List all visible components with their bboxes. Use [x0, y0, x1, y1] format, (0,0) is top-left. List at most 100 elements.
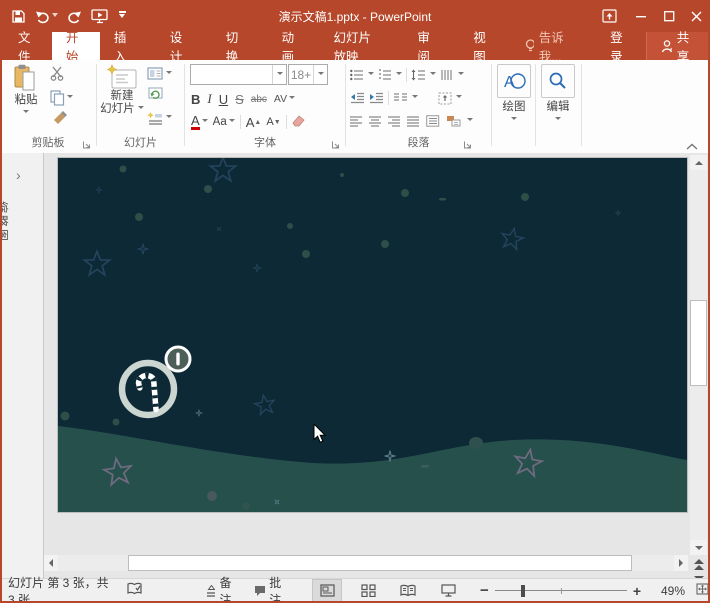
numbering-button[interactable] — [378, 69, 392, 81]
tab-home[interactable]: 开始 — [52, 32, 100, 60]
zoom-slider[interactable] — [495, 584, 627, 598]
drawing-button[interactable]: A 绘图 — [497, 64, 531, 123]
zoom-control: − + 49% — [480, 582, 710, 599]
font-name-combo[interactable] — [190, 64, 287, 85]
align-left-button[interactable] — [350, 116, 363, 127]
zoom-in-button[interactable]: + — [633, 583, 641, 599]
slide-number-indicator[interactable]: 幻灯片 第 3 张，共 3 张 — [8, 574, 109, 603]
horizontal-scrollbar[interactable] — [44, 555, 688, 571]
tab-design[interactable]: 设计 — [156, 32, 204, 60]
undo-dropdown-caret[interactable] — [52, 13, 58, 20]
paste-icon — [13, 64, 39, 94]
customize-qat-caret[interactable] — [114, 4, 130, 28]
tab-view[interactable]: 视图 — [459, 32, 507, 60]
minimize-button[interactable] — [626, 0, 656, 32]
comments-button[interactable]: 批注 — [254, 574, 288, 603]
font-color-button[interactable]: A — [191, 115, 208, 130]
scroll-right-button[interactable] — [674, 555, 688, 571]
reset-button[interactable] — [147, 86, 164, 104]
paragraph-dialog-launcher[interactable] — [463, 139, 473, 149]
normal-view-button[interactable] — [312, 579, 342, 602]
decrease-font-size-button[interactable]: A▼ — [266, 116, 280, 128]
bold-button[interactable]: B — [191, 92, 200, 107]
notes-icon — [205, 585, 215, 597]
redo-button[interactable] — [62, 4, 86, 28]
clipboard-dialog-launcher[interactable] — [82, 139, 92, 149]
change-case-button[interactable]: Aa — [213, 116, 235, 128]
tab-tell-me[interactable]: 告诉我... — [511, 32, 590, 60]
increase-indent-button[interactable] — [369, 92, 384, 104]
clear-formatting-button[interactable] — [292, 114, 306, 130]
increase-font-size-button[interactable]: A▲ — [246, 115, 262, 130]
cut-button[interactable] — [50, 66, 66, 84]
justify-button[interactable] — [407, 116, 420, 127]
spell-check-icon[interactable] — [127, 582, 143, 600]
thumbnail-pane-collapsed[interactable]: › 缩略图 — [2, 153, 44, 578]
start-from-beginning-button[interactable] — [86, 4, 114, 28]
tab-insert[interactable]: 插入 — [100, 32, 148, 60]
comment-icon — [254, 585, 265, 597]
editing-button[interactable]: 编辑 — [541, 64, 575, 123]
share-button[interactable]: 共享 — [646, 32, 710, 60]
scroll-up-button[interactable] — [690, 155, 707, 170]
scroll-down-button[interactable] — [690, 540, 707, 555]
font-size-combo[interactable]: 18+ — [288, 64, 328, 85]
decrease-indent-button[interactable] — [350, 92, 365, 104]
paste-caret — [23, 110, 29, 116]
new-slide-button[interactable]: 新建 幻灯片 — [100, 64, 144, 116]
animation-number-badge[interactable] — [166, 347, 190, 371]
slide-show-button[interactable] — [434, 580, 462, 601]
zoom-slider-thumb[interactable] — [521, 585, 525, 597]
section-button[interactable] — [147, 108, 172, 128]
character-spacing-button[interactable]: AV — [274, 93, 295, 105]
align-right-button[interactable] — [388, 116, 401, 127]
slide-canvas[interactable] — [58, 158, 687, 512]
zoom-out-button[interactable]: − — [480, 582, 489, 599]
slides-group: 新建 幻灯片 幻灯片 — [97, 60, 184, 152]
save-icon[interactable] — [6, 4, 30, 28]
vertical-scroll-thumb[interactable] — [690, 300, 707, 386]
align-text-button[interactable] — [438, 92, 452, 105]
vertical-scrollbar[interactable] — [690, 155, 707, 555]
tab-animations[interactable]: 动画 — [268, 32, 316, 60]
columns-button[interactable] — [393, 92, 408, 104]
ribbon: 粘贴 剪贴板 — [0, 60, 710, 154]
scroll-left-button[interactable] — [44, 555, 58, 571]
horizontal-scroll-thumb[interactable] — [128, 555, 632, 571]
copy-button[interactable] — [50, 88, 73, 108]
italic-button[interactable]: I — [207, 91, 211, 107]
underline-button[interactable]: U — [219, 92, 228, 107]
align-center-button[interactable] — [369, 116, 382, 127]
strikethrough-button[interactable]: S — [235, 92, 244, 107]
eraser-icon — [292, 114, 306, 127]
tab-slideshow[interactable]: 幻灯片放映 — [320, 32, 398, 60]
font-dialog-launcher[interactable] — [331, 139, 341, 149]
bullets-button[interactable] — [350, 69, 364, 81]
font-group: 18+ B I U S abc AV A Aa A▲ A▼ — [185, 60, 345, 152]
convert-to-smartart-button[interactable] — [446, 115, 461, 127]
zoom-percentage[interactable]: 49% — [651, 584, 685, 598]
slide-sorter-view-button[interactable] — [354, 580, 382, 601]
notes-button[interactable]: 备注 — [205, 574, 238, 603]
layout-button[interactable] — [147, 64, 172, 84]
clipboard-group: 粘贴 剪贴板 — [0, 60, 96, 152]
tab-transitions[interactable]: 切换 — [212, 32, 260, 60]
drawing-group: A 绘图 — [492, 60, 535, 152]
distribute-button[interactable] — [426, 115, 440, 127]
undo-button[interactable] — [30, 4, 62, 28]
tab-review[interactable]: 审阅 — [403, 32, 451, 60]
tab-file[interactable]: 文件 — [4, 32, 52, 60]
shadow-button[interactable]: abc — [251, 94, 267, 105]
format-painter-button[interactable] — [52, 110, 68, 129]
work-area: › 缩略图 — [0, 153, 710, 578]
window-border-left — [0, 32, 2, 601]
text-direction-button[interactable] — [440, 69, 454, 81]
scissors-icon — [50, 66, 66, 81]
paste-button[interactable]: 粘贴 — [8, 64, 44, 116]
sign-in-button[interactable]: 登录 — [596, 32, 644, 60]
previous-slide-button[interactable] — [690, 557, 707, 573]
reading-view-button[interactable] — [394, 580, 422, 601]
expand-pane-chevron-icon[interactable]: › — [16, 167, 21, 183]
collapse-ribbon-button[interactable] — [686, 140, 698, 154]
line-spacing-button[interactable] — [411, 69, 426, 81]
